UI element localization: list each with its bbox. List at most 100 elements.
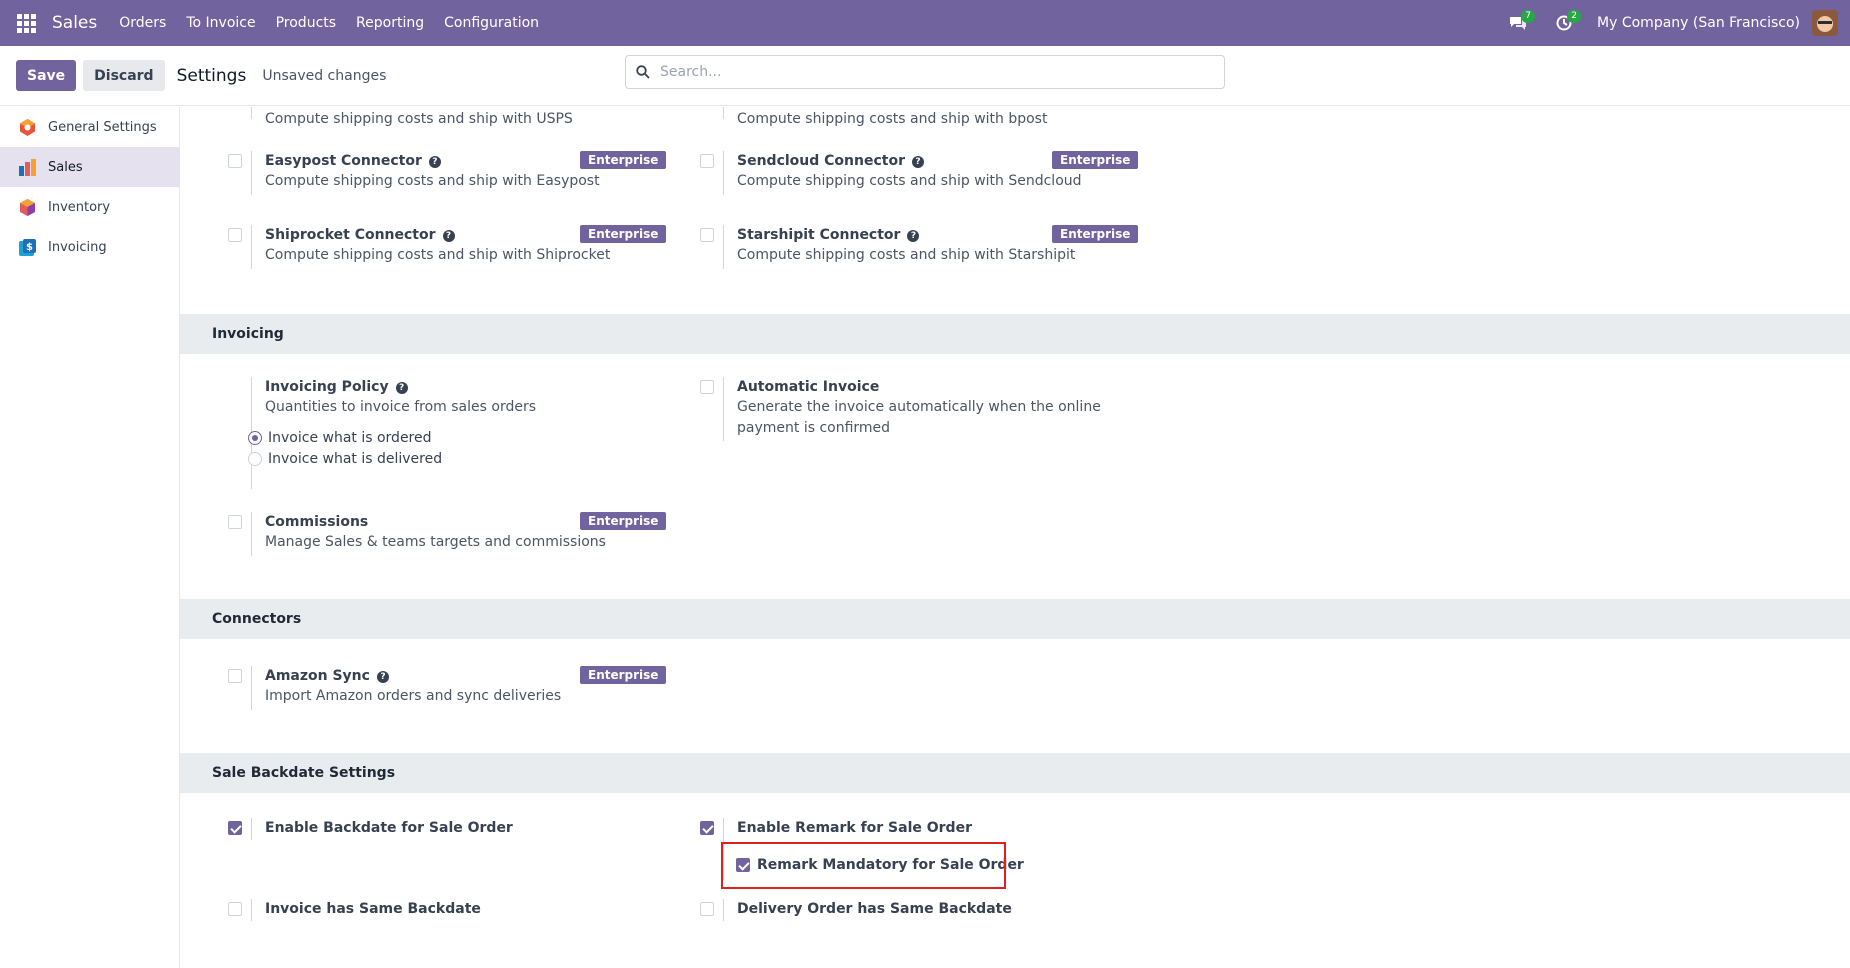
- settings-sidebar: General Settings Sales Inventory $ Invoi…: [0, 107, 180, 968]
- setting-desc: Generate the invoice automatically when …: [737, 399, 1101, 436]
- invoicing-app-icon: $: [19, 238, 36, 256]
- search-box: [625, 55, 1225, 89]
- delivery-same-backdate-checkbox[interactable]: [700, 902, 714, 916]
- user-avatar[interactable]: [1812, 10, 1838, 36]
- menu-reporting[interactable]: Reporting: [356, 15, 424, 31]
- sidebar-item-label: Invoicing: [48, 239, 107, 255]
- sidebar-item-label: Inventory: [48, 199, 111, 215]
- radio-button[interactable]: [248, 431, 262, 445]
- easypost-checkbox[interactable]: [228, 154, 242, 168]
- top-navbar: Sales Orders To Invoice Products Reporti…: [0, 0, 1850, 46]
- divider: [723, 377, 724, 441]
- setting-title: Invoice has Same Backdate: [265, 901, 481, 917]
- help-icon[interactable]: ?: [907, 230, 920, 242]
- menu-configuration[interactable]: Configuration: [444, 15, 539, 31]
- app-brand[interactable]: Sales: [52, 13, 97, 33]
- help-icon[interactable]: ?: [442, 230, 455, 242]
- enterprise-badge: Enterprise: [580, 512, 667, 530]
- enable-backdate-checkbox[interactable]: [228, 821, 242, 835]
- radio-label: Invoice what is ordered: [268, 430, 432, 446]
- radio-invoice-ordered[interactable]: Invoice what is ordered: [248, 430, 665, 446]
- sidebar-item-label: Sales: [48, 159, 83, 175]
- amazon-sync-checkbox[interactable]: [228, 669, 242, 683]
- setting-title: Shiprocket Connector: [265, 227, 436, 243]
- setting-desc: Compute shipping costs and ship with USP…: [265, 111, 573, 127]
- setting-title: Automatic Invoice: [737, 379, 880, 395]
- divider: [251, 899, 252, 921]
- divider: [251, 151, 252, 195]
- sales-app-icon: [19, 158, 36, 176]
- setting-desc: Import Amazon orders and sync deliveries: [265, 688, 562, 704]
- setting-desc: Manage Sales & teams targets and commiss…: [265, 534, 606, 550]
- shiprocket-checkbox[interactable]: [228, 228, 242, 242]
- setting-title: Enable Remark for Sale Order: [737, 820, 972, 836]
- enterprise-badge: Enterprise: [1052, 151, 1139, 169]
- section-heading-sale-backdate: Sale Backdate Settings: [180, 753, 1850, 793]
- enterprise-badge: Enterprise: [580, 666, 667, 684]
- help-icon[interactable]: ?: [911, 156, 924, 168]
- divider: [723, 151, 724, 195]
- inventory-app-icon: [20, 198, 35, 216]
- divider: [251, 107, 252, 119]
- enable-remark-checkbox[interactable]: [700, 821, 714, 835]
- setting-desc: Compute shipping costs and ship with Sen…: [737, 173, 1082, 189]
- search-icon: [636, 65, 650, 79]
- odoo-logo-icon: [20, 118, 35, 136]
- sidebar-item-sales[interactable]: Sales: [0, 147, 179, 187]
- setting-title: Delivery Order has Same Backdate: [737, 901, 1012, 917]
- section-heading-connectors: Connectors: [180, 599, 1850, 639]
- sidebar-item-label: General Settings: [48, 119, 157, 135]
- starshipit-checkbox[interactable]: [700, 228, 714, 242]
- unsaved-status: Unsaved changes: [262, 67, 387, 84]
- setting-title: Amazon Sync: [265, 668, 370, 684]
- messages-badge: 7: [1521, 10, 1536, 23]
- svg-text:$: $: [26, 242, 33, 253]
- company-switcher[interactable]: My Company (San Francisco): [1597, 15, 1800, 31]
- setting-title: Starshipit Connector: [737, 227, 901, 243]
- commissions-checkbox[interactable]: [228, 515, 242, 529]
- setting-desc: Compute shipping costs and ship with Eas…: [265, 173, 600, 189]
- help-icon[interactable]: ?: [376, 671, 389, 683]
- help-icon[interactable]: ?: [428, 156, 441, 168]
- divider: [723, 899, 724, 921]
- radio-invoice-delivered[interactable]: Invoice what is delivered: [248, 451, 665, 467]
- setting-title: Sendcloud Connector: [737, 153, 905, 169]
- activities-button[interactable]: 2: [1541, 0, 1587, 46]
- help-icon[interactable]: ?: [395, 382, 408, 394]
- sidebar-item-general-settings[interactable]: General Settings: [0, 107, 179, 147]
- setting-title: Invoicing Policy: [265, 379, 389, 395]
- discard-button[interactable]: Discard: [83, 60, 165, 91]
- setting-desc: Compute shipping costs and ship with Sta…: [737, 247, 1076, 263]
- automatic-invoice-checkbox[interactable]: [700, 380, 714, 394]
- radio-button[interactable]: [248, 452, 262, 466]
- enterprise-badge: Enterprise: [1052, 225, 1139, 243]
- messages-button[interactable]: 7: [1495, 0, 1541, 46]
- setting-title: Enable Backdate for Sale Order: [265, 820, 513, 836]
- menu-to-invoice[interactable]: To Invoice: [186, 15, 255, 31]
- section-heading-invoicing: Invoicing: [180, 314, 1850, 354]
- page-title: Settings: [176, 65, 247, 86]
- invoice-same-backdate-checkbox[interactable]: [228, 902, 242, 916]
- divider: [251, 666, 252, 710]
- setting-title: Easypost Connector: [265, 153, 422, 169]
- divider: [251, 818, 252, 840]
- enterprise-badge: Enterprise: [580, 151, 667, 169]
- save-button[interactable]: Save: [16, 60, 77, 91]
- search-input[interactable]: [660, 64, 1200, 80]
- control-panel: Save Discard Settings Unsaved changes: [0, 46, 1850, 106]
- apps-menu-icon[interactable]: [0, 0, 52, 46]
- sidebar-item-invoicing[interactable]: $ Invoicing: [0, 227, 179, 267]
- enterprise-badge: Enterprise: [580, 225, 667, 243]
- divider: [723, 225, 724, 269]
- settings-content: Compute shipping costs and ship with USP…: [180, 107, 1850, 968]
- divider: [251, 225, 252, 269]
- divider: [251, 512, 252, 556]
- sendcloud-checkbox[interactable]: [700, 154, 714, 168]
- menu-products[interactable]: Products: [276, 15, 336, 31]
- setting-desc: Compute shipping costs and ship with Shi…: [265, 247, 611, 263]
- highlight-box: [721, 842, 1006, 889]
- menu-orders[interactable]: Orders: [119, 15, 166, 31]
- radio-label: Invoice what is delivered: [268, 451, 443, 467]
- sidebar-item-inventory[interactable]: Inventory: [0, 187, 179, 227]
- activities-badge: 2: [1567, 10, 1582, 23]
